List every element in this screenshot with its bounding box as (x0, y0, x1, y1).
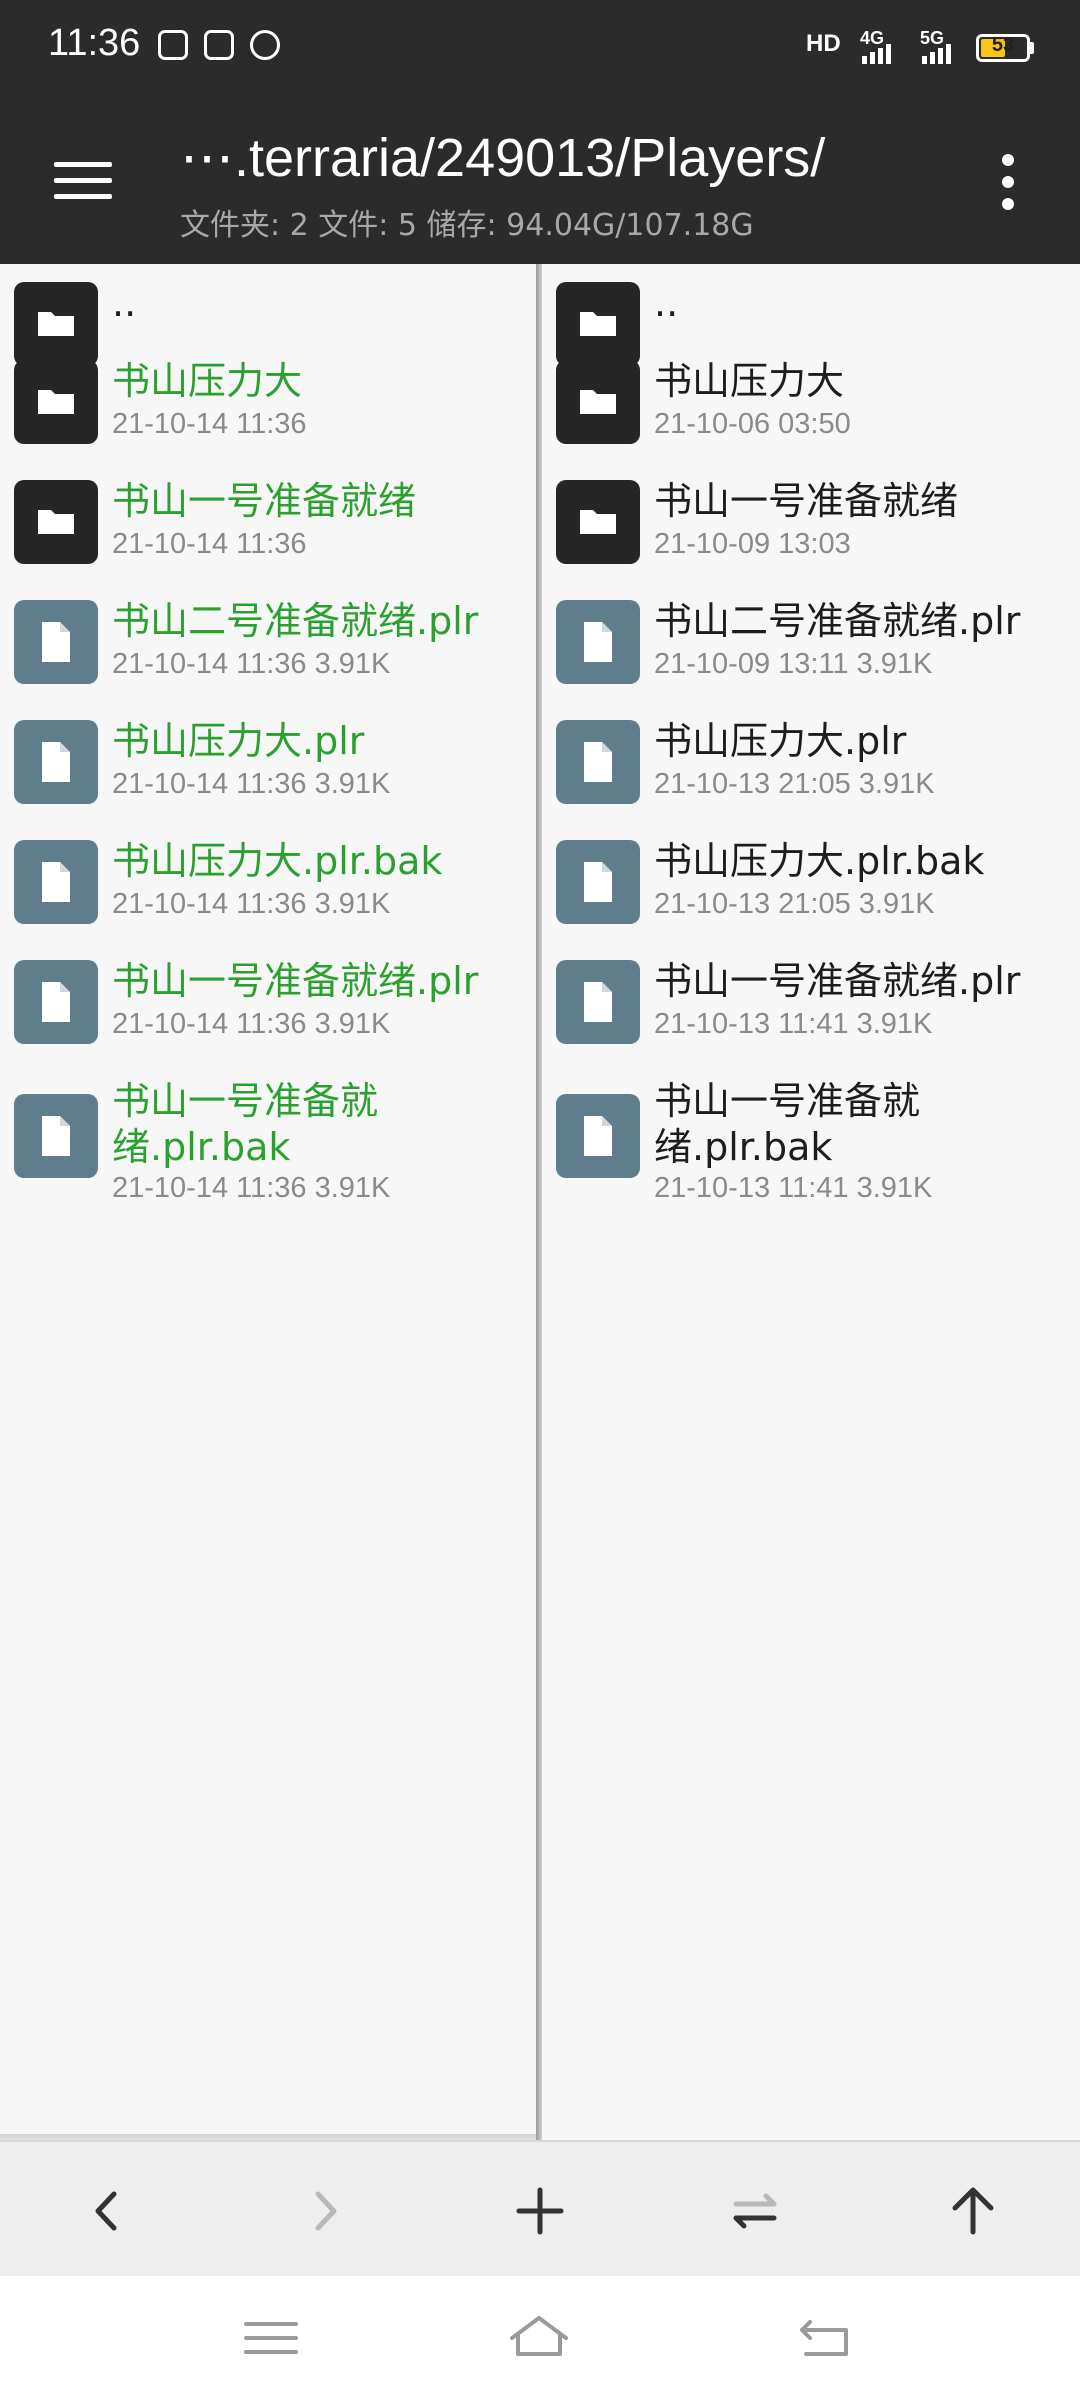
nav-menu-icon[interactable] (236, 2308, 306, 2368)
list-item[interactable]: 书山压力大.plr 21-10-14 11:36 3.91K (0, 702, 536, 822)
item-name: 书山压力大 (112, 359, 303, 403)
menu-icon[interactable] (54, 158, 112, 204)
item-meta: 21-10-14 11:36 (112, 408, 307, 440)
folder-icon (556, 360, 640, 444)
up-icon[interactable] (938, 2176, 1008, 2246)
list-item[interactable]: 书山一号准备就绪.plr.bak 21-10-13 11:41 3.91K (542, 1062, 1080, 1218)
swap-icon[interactable] (720, 2176, 790, 2246)
folder-summary: 文件夹: 2 文件: 5 储存: 94.04G/107.18G (180, 208, 754, 243)
file-icon (14, 1094, 98, 1178)
item-name: 书山二号准备就绪.plr (112, 599, 479, 643)
list-item[interactable]: 书山压力大.plr 21-10-13 21:05 3.91K (542, 702, 1080, 822)
list-item[interactable]: 书山一号准备就绪.plr 21-10-13 11:41 3.91K (542, 942, 1080, 1062)
file-icon (14, 600, 98, 684)
network-type-label: 5G (920, 28, 945, 48)
item-meta: 21-10-13 21:05 3.91K (654, 768, 935, 800)
item-name: 书山一号准备就绪 (112, 479, 417, 523)
add-icon[interactable] (505, 2176, 575, 2246)
nav-back-icon[interactable] (790, 2308, 860, 2368)
folder-icon (14, 480, 98, 564)
item-meta: 21-10-14 11:36 3.91K (112, 1008, 391, 1040)
notification-icon (250, 30, 280, 60)
item-name: 书山压力大 (654, 359, 845, 403)
item-meta: 21-10-13 11:41 3.91K (654, 1008, 933, 1040)
nav-home-icon[interactable] (504, 2308, 574, 2368)
item-name: 书山一号准备就绪.plr.bak (112, 1079, 379, 1169)
battery-tip (1030, 42, 1034, 54)
back-icon[interactable] (72, 2176, 142, 2246)
item-meta: 21-10-09 13:11 3.91K (654, 648, 933, 680)
item-name: 书山一号准备就绪.plr (654, 959, 1021, 1003)
item-name: 书山压力大.plr (654, 719, 907, 763)
item-meta: 21-10-14 11:36 3.91K (112, 648, 391, 680)
item-meta: 21-10-14 11:36 3.91K (112, 768, 391, 800)
right-file-pane[interactable]: .. 书山压力大 21-10-06 03:50 书山一号准备就绪 21-10-0… (542, 264, 1080, 2140)
file-icon (14, 960, 98, 1044)
status-time: 11:36 (48, 22, 141, 64)
path-title: ⋯.terraria/249013/Players/ (180, 128, 826, 188)
hd-icon: HD (806, 30, 841, 57)
forward-icon[interactable] (290, 2176, 360, 2246)
notification-icon (158, 30, 188, 60)
notification-icon (204, 30, 234, 60)
item-meta: 21-10-14 11:36 (112, 528, 307, 560)
battery-icon: 53 (976, 34, 1030, 62)
item-name: 书山二号准备就绪.plr (654, 599, 1021, 643)
item-name: .. (112, 281, 137, 325)
battery-level: 53 (991, 34, 1015, 56)
item-name: 书山一号准备就绪.plr.bak (654, 1079, 921, 1169)
item-meta: 21-10-14 11:36 3.91K (112, 888, 391, 920)
item-name: .. (654, 281, 679, 325)
item-name: 书山一号准备就绪 (654, 479, 959, 523)
file-icon (14, 840, 98, 924)
item-name: 书山压力大.plr.bak (112, 839, 443, 883)
file-icon (556, 600, 640, 684)
list-item[interactable]: 书山一号准备就绪 21-10-09 13:03 (542, 462, 1080, 582)
list-item[interactable]: 书山一号准备就绪 21-10-14 11:36 (0, 462, 536, 582)
list-item[interactable]: 书山压力大 21-10-14 11:36 (0, 342, 536, 462)
list-item[interactable]: 书山二号准备就绪.plr 21-10-14 11:36 3.91K (0, 582, 536, 702)
folder-icon (14, 360, 98, 444)
file-icon (556, 720, 640, 804)
left-file-pane[interactable]: .. 书山压力大 21-10-14 11:36 书山一号准备就绪 21-10-1… (0, 264, 536, 2140)
item-meta: 21-10-13 21:05 3.91K (654, 888, 935, 920)
file-icon (556, 960, 640, 1044)
item-name: 书山一号准备就绪.plr (112, 959, 479, 1003)
bottom-toolbar (0, 2140, 1080, 2276)
item-meta: 21-10-13 11:41 3.91K (654, 1172, 933, 1204)
file-icon (556, 840, 640, 924)
folder-icon (556, 480, 640, 564)
list-item[interactable]: 书山压力大 21-10-06 03:50 (542, 342, 1080, 462)
list-item[interactable]: 书山二号准备就绪.plr 21-10-09 13:11 3.91K (542, 582, 1080, 702)
list-item[interactable]: 书山压力大.plr.bak 21-10-14 11:36 3.91K (0, 822, 536, 942)
system-nav-bar (0, 2276, 1080, 2404)
file-icon (556, 1094, 640, 1178)
item-name: 书山压力大.plr.bak (654, 839, 985, 883)
list-item[interactable]: 书山压力大.plr.bak 21-10-13 21:05 3.91K (542, 822, 1080, 942)
item-meta: 21-10-14 11:36 3.91K (112, 1172, 391, 1204)
file-icon (14, 720, 98, 804)
list-item[interactable]: 书山一号准备就绪.plr 21-10-14 11:36 3.91K (0, 942, 536, 1062)
status-bar: 11:36 HD 4G 5G 53 (0, 0, 1080, 96)
item-meta: 21-10-09 13:03 (654, 528, 851, 560)
list-item[interactable]: 书山一号准备就绪.plr.bak 21-10-14 11:36 3.91K (0, 1062, 536, 1218)
item-meta: 21-10-06 03:50 (654, 408, 851, 440)
network-type-label: 4G (860, 28, 885, 48)
overflow-menu-icon[interactable] (996, 154, 1020, 214)
item-name: 书山压力大.plr (112, 719, 365, 763)
app-bar: ⋯.terraria/249013/Players/ 文件夹: 2 文件: 5 … (0, 96, 1080, 264)
